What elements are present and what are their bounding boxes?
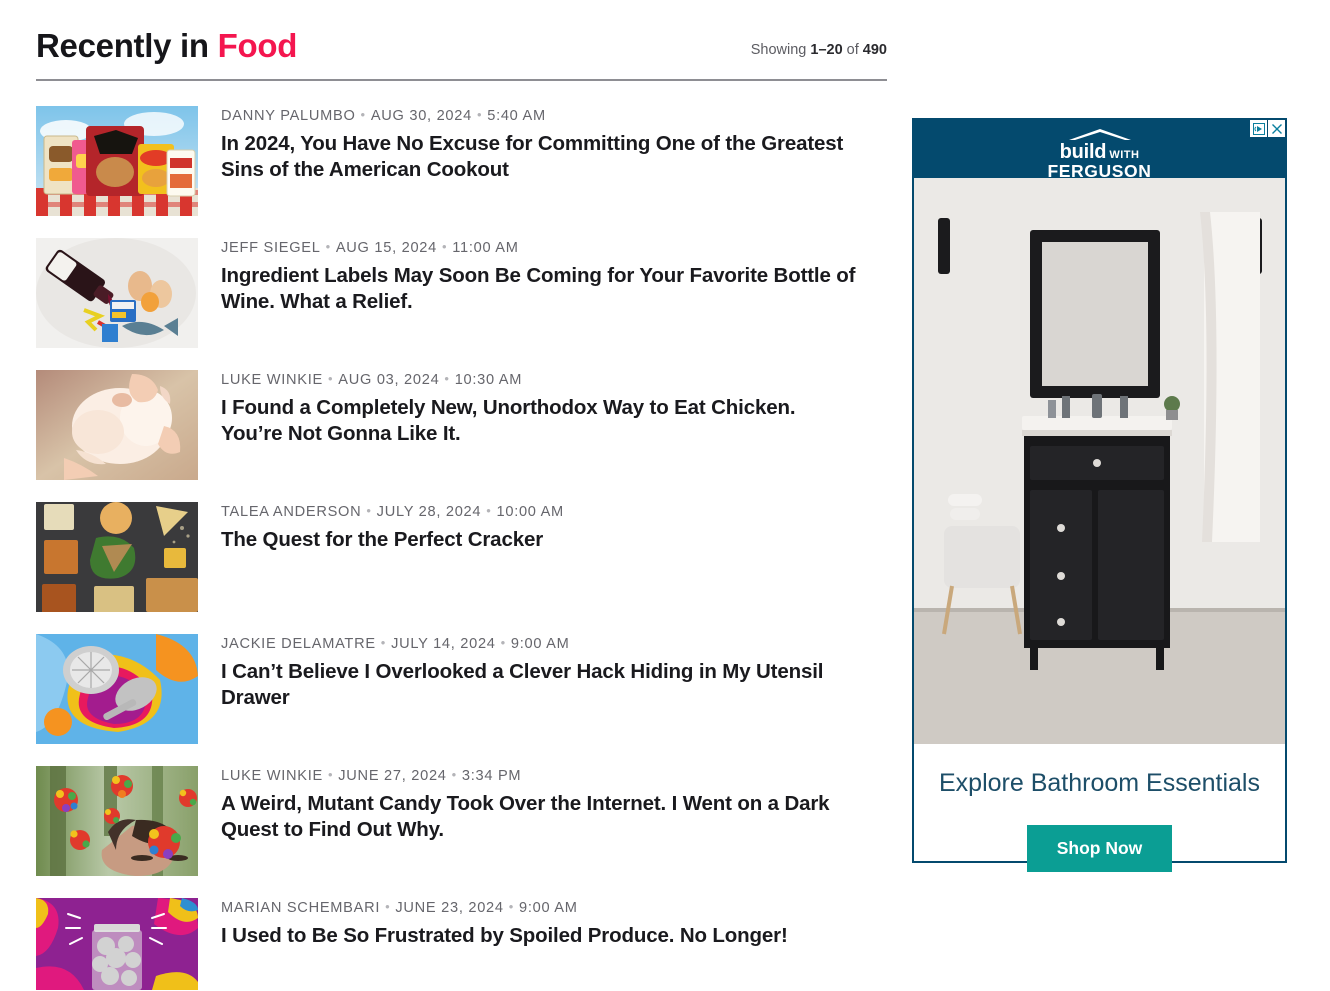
- article-item[interactable]: TALEA ANDERSON • JULY 28, 2024 • 10:00 AM Th…: [36, 502, 887, 617]
- article-body: LUKE WINKIE • AUG 03, 2024 • 10:30 AM I Foun…: [221, 370, 887, 447]
- shop-now-button[interactable]: Shop Now: [1026, 824, 1173, 872]
- thumbnail-grapefruit-spoon-collage[interactable]: [36, 634, 198, 744]
- article-headline[interactable]: The Quest for the Perfect Cracker: [221, 527, 856, 553]
- article-date: JULY 28, 2024: [376, 504, 482, 520]
- article-time: 10:30 AM: [454, 372, 523, 388]
- ad-tagline: Explore Bathroom Essentials: [939, 769, 1260, 797]
- article-headline[interactable]: I Can’t Believe I Overlooked a Clever Ha…: [221, 659, 856, 711]
- meta-separator: •: [444, 371, 450, 386]
- article-author: TALEA ANDERSON: [221, 504, 362, 520]
- article-headline[interactable]: I Used to Be So Frustrated by Spoiled Pr…: [221, 923, 856, 949]
- article-date: JUNE 23, 2024: [395, 900, 504, 916]
- ad-header: build WITH FERGUSON: [914, 120, 1285, 181]
- showing-of: of: [842, 41, 863, 58]
- article-meta: MARIAN SCHEMBARI • JUNE 23, 2024 • 9:00 AM: [221, 899, 887, 916]
- article-item[interactable]: LUKE WINKIE • AUG 03, 2024 • 10:30 AM I Foun…: [36, 370, 887, 485]
- article-time: 3:34 PM: [461, 768, 522, 784]
- article-body: LUKE WINKIE • JUNE 27, 2024 • 3:34 PM A Weir…: [221, 766, 887, 843]
- article-headline[interactable]: A Weird, Mutant Candy Took Over the Inte…: [221, 791, 856, 843]
- header-divider: [36, 79, 887, 81]
- article-item[interactable]: MARIAN SCHEMBARI • JUNE 23, 2024 • 9:00 AM I…: [36, 898, 887, 991]
- article-author: JACKIE DELAMATRE: [221, 636, 376, 652]
- meta-separator: •: [476, 107, 483, 122]
- page-title-category: Food: [217, 27, 298, 64]
- ad-footer: Explore Bathroom Essentials Shop Now: [914, 744, 1285, 872]
- article-headline[interactable]: In 2024, You Have No Excuse for Committi…: [221, 131, 856, 183]
- ad-brand-logo: build WITH FERGUSON: [914, 128, 1285, 181]
- article-time: 5:40 AM: [487, 108, 546, 124]
- meta-separator: •: [508, 899, 515, 914]
- ad-logo-line2: FERGUSON: [1047, 161, 1152, 181]
- article-date: JUNE 27, 2024: [338, 768, 447, 784]
- meta-separator: •: [366, 503, 372, 518]
- article-meta: JEFF SIEGEL • AUG 15, 2024 • 11:00 AM: [221, 239, 887, 256]
- article-author: MARIAN SCHEMBARI: [221, 900, 381, 916]
- article-meta: LUKE WINKIE • JUNE 27, 2024 • 3:34 PM: [221, 767, 887, 784]
- showing-total: 490: [862, 41, 887, 58]
- meta-separator: •: [441, 239, 448, 254]
- adchoices-icon[interactable]: [1250, 120, 1267, 137]
- article-item[interactable]: JEFF SIEGEL • AUG 15, 2024 • 11:00 AM Ingred…: [36, 238, 887, 353]
- article-author: DANNY PALUMBO: [221, 108, 356, 124]
- thumbnail-crackers-slate[interactable]: [36, 502, 198, 612]
- page-title: Recently in Food: [36, 29, 297, 62]
- article-body: JEFF SIEGEL • AUG 15, 2024 • 11:00 AM Ingred…: [221, 238, 887, 315]
- article-time: 10:00 AM: [496, 504, 564, 520]
- article-headline[interactable]: I Found a Completely New, Unorthodox Way…: [221, 395, 856, 447]
- ad-logo-line1: build: [1059, 141, 1107, 163]
- article-date: AUG 30, 2024: [370, 108, 472, 124]
- article-author: LUKE WINKIE: [221, 768, 323, 784]
- article-date: AUG 15, 2024: [335, 240, 437, 256]
- article-body: DANNY PALUMBO • AUG 30, 2024 • 5:40 AM In 20…: [221, 106, 887, 183]
- thumbnail-raw-chicken-hands[interactable]: [36, 370, 198, 480]
- article-body: MARIAN SCHEMBARI • JUNE 23, 2024 • 9:00 AM I…: [221, 898, 887, 949]
- thumbnail-chip-bags-picnic[interactable]: [36, 106, 198, 216]
- meta-separator: •: [500, 635, 506, 650]
- meta-separator: •: [325, 239, 331, 254]
- article-headline[interactable]: Ingredient Labels May Soon Be Coming for…: [221, 263, 856, 315]
- meta-separator: •: [385, 899, 391, 914]
- showing-label: Showing: [750, 41, 811, 58]
- article-date: AUG 03, 2024: [338, 372, 440, 388]
- article-author: JEFF SIEGEL: [221, 240, 321, 256]
- advertisement[interactable]: build WITH FERGUSON Explore Bathroom Ess…: [912, 118, 1287, 872]
- article-list: DANNY PALUMBO • AUG 30, 2024 • 5:40 AM In 20…: [36, 106, 887, 991]
- ad-logo-with: WITH: [1109, 149, 1140, 161]
- article-meta: TALEA ANDERSON • JULY 28, 2024 • 10:00 AM: [221, 503, 887, 520]
- article-author: LUKE WINKIE: [221, 372, 323, 388]
- article-item[interactable]: JACKIE DELAMATRE • JULY 14, 2024 • 9:00 AM I…: [36, 634, 887, 749]
- listing-header: Recently in Food Showing 1–20 of 490: [36, 14, 887, 81]
- article-body: JACKIE DELAMATRE • JULY 14, 2024 • 9:00 AM I…: [221, 634, 887, 711]
- close-icon[interactable]: [1268, 120, 1285, 137]
- meta-separator: •: [380, 635, 387, 650]
- article-listing-page: Recently in Food Showing 1–20 of 490 DAN…: [0, 0, 1330, 991]
- thumbnail-jar-produce-purple[interactable]: [36, 898, 198, 990]
- article-time: 11:00 AM: [452, 240, 519, 256]
- bathroom-vanity-photo[interactable]: [914, 178, 1285, 744]
- ad-badges: [1249, 120, 1285, 137]
- meta-separator: •: [328, 371, 334, 386]
- article-time: 9:00 AM: [510, 636, 570, 652]
- house-roof-icon: [1068, 129, 1131, 140]
- thumbnail-candy-face-forest[interactable]: [36, 766, 198, 876]
- meta-separator: •: [328, 767, 334, 782]
- page-title-prefix: Recently in: [36, 27, 218, 64]
- article-time: 9:00 AM: [519, 900, 578, 916]
- article-meta: DANNY PALUMBO • AUG 30, 2024 • 5:40 AM: [221, 107, 887, 124]
- thumbnail-wine-bottle-pouring[interactable]: [36, 238, 198, 348]
- article-item[interactable]: DANNY PALUMBO • AUG 30, 2024 • 5:40 AM In 20…: [36, 106, 887, 221]
- article-date: JULY 14, 2024: [391, 636, 496, 652]
- meta-separator: •: [451, 767, 457, 782]
- meta-separator: •: [360, 107, 366, 122]
- article-meta: LUKE WINKIE • AUG 03, 2024 • 10:30 AM: [221, 371, 887, 388]
- article-meta: JACKIE DELAMATRE • JULY 14, 2024 • 9:00 AM: [221, 635, 887, 652]
- showing-count: Showing 1–20 of 490: [750, 41, 887, 63]
- article-item[interactable]: LUKE WINKIE • JUNE 27, 2024 • 3:34 PM A Weir…: [36, 766, 887, 881]
- meta-separator: •: [486, 503, 492, 518]
- showing-range: 1–20: [810, 41, 843, 58]
- article-body: TALEA ANDERSON • JULY 28, 2024 • 10:00 AM Th…: [221, 502, 887, 553]
